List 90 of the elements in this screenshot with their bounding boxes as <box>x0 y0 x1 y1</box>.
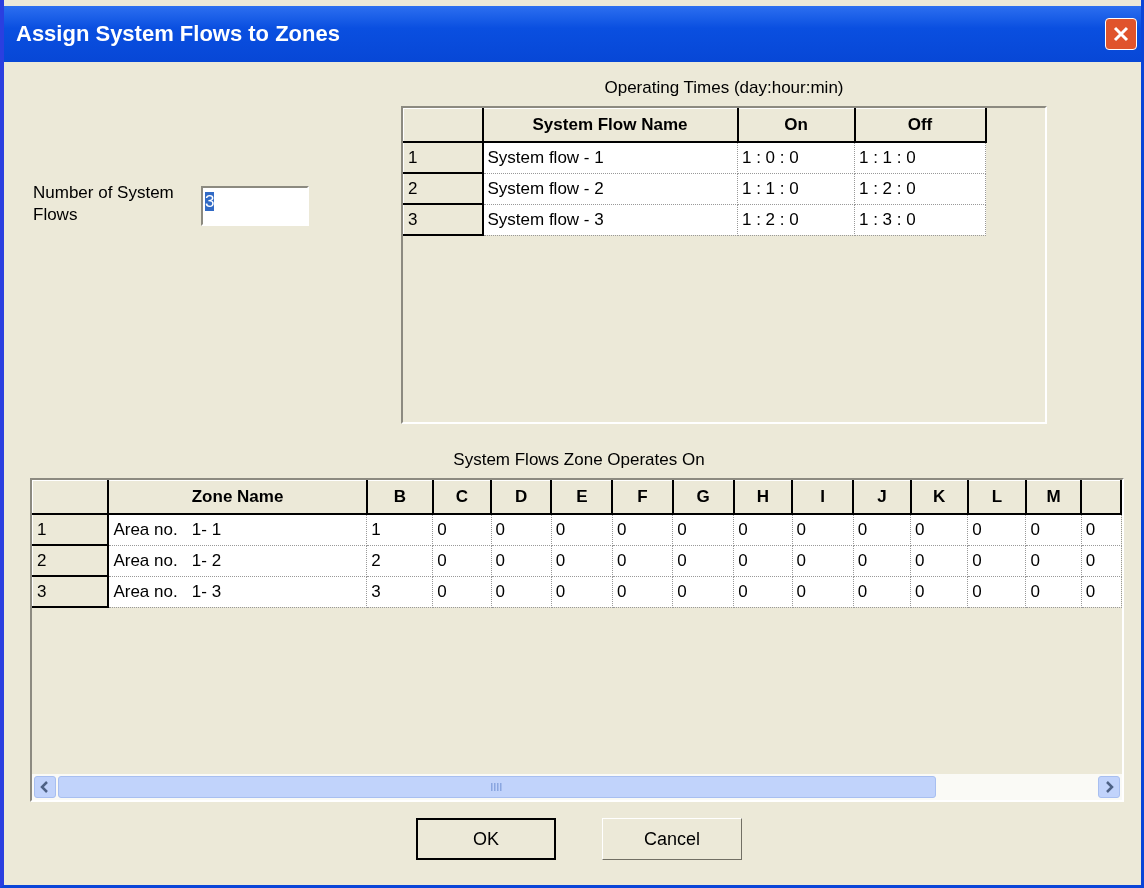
close-icon <box>1111 24 1131 44</box>
table-cell[interactable]: Area no. 1- 2 <box>108 545 367 576</box>
row-header[interactable]: 1 <box>32 514 109 545</box>
table-cell[interactable]: 1 : 2 : 0 <box>854 173 986 204</box>
table-cell[interactable]: 0 <box>967 514 1026 545</box>
table-cell[interactable]: 0 <box>672 514 734 545</box>
table-cell[interactable]: 0 <box>910 514 968 545</box>
chevron-right-icon <box>1104 781 1114 793</box>
column-header[interactable]: M <box>1026 480 1082 514</box>
table-cell[interactable]: 0 <box>1026 545 1082 576</box>
table-cell[interactable]: 1 <box>366 514 433 545</box>
table-cell[interactable]: 0 <box>967 545 1026 576</box>
table-cell[interactable]: 0 <box>612 576 673 607</box>
table-cell[interactable]: 0 <box>853 514 911 545</box>
table-cell[interactable]: 0 <box>910 576 968 607</box>
row-header[interactable]: 3 <box>32 576 109 607</box>
dialog-button[interactable]: Cancel <box>602 818 742 860</box>
table-cell[interactable]: 0 <box>1026 514 1082 545</box>
table-cell[interactable]: 0 <box>551 545 613 576</box>
scroll-left-button[interactable] <box>34 776 56 798</box>
table-cell[interactable]: System flow - 2 <box>482 173 738 204</box>
table-cell[interactable]: 0 <box>1081 514 1121 545</box>
window-title: Assign System Flows to Zones <box>16 21 340 47</box>
table-cell[interactable]: 0 <box>551 576 613 607</box>
dialog-button[interactable]: OK <box>416 818 556 860</box>
column-header[interactable]: K <box>910 480 968 514</box>
table-cell[interactable]: 0 <box>910 545 968 576</box>
table-cell[interactable]: System flow - 1 <box>482 142 738 173</box>
table-cell[interactable]: 0 <box>491 514 552 545</box>
table-cell[interactable]: 0 <box>612 545 673 576</box>
column-header[interactable]: E <box>551 480 613 514</box>
table-cell[interactable]: 0 <box>1081 576 1121 607</box>
column-header[interactable]: System Flow Name <box>482 108 738 142</box>
table-cell[interactable]: 0 <box>967 576 1026 607</box>
column-header[interactable]: On <box>737 108 855 142</box>
table-cell[interactable]: System flow - 3 <box>482 204 738 235</box>
column-header[interactable]: J <box>853 480 911 514</box>
table-cell[interactable]: 0 <box>733 514 793 545</box>
table-cell[interactable]: 0 <box>792 545 854 576</box>
table-cell[interactable]: 1 : 1 : 0 <box>854 142 986 173</box>
table-cell[interactable]: 0 <box>1026 576 1082 607</box>
table-cell[interactable]: 0 <box>551 514 613 545</box>
table-cell[interactable]: Area no. 1- 3 <box>108 576 367 607</box>
column-header[interactable]: C <box>432 480 492 514</box>
column-header[interactable]: Off <box>854 108 986 142</box>
row-header[interactable]: 1 <box>403 142 483 173</box>
column-header[interactable]: F <box>612 480 673 514</box>
column-header[interactable] <box>1081 480 1121 514</box>
row-header[interactable]: 2 <box>32 545 109 576</box>
close-button[interactable] <box>1105 18 1137 50</box>
horizontal-scrollbar[interactable] <box>32 774 1122 800</box>
column-header[interactable]: Zone Name <box>108 480 367 514</box>
table-cell[interactable]: 1 : 2 : 0 <box>737 204 855 235</box>
table-cell[interactable]: 1 : 3 : 0 <box>854 204 986 235</box>
column-header[interactable]: I <box>792 480 854 514</box>
table-cell[interactable]: 3 <box>366 576 433 607</box>
table-cell[interactable]: 0 <box>432 576 492 607</box>
table-cell[interactable]: 0 <box>853 545 911 576</box>
scroll-right-button[interactable] <box>1098 776 1120 798</box>
table-cell[interactable]: 0 <box>491 576 552 607</box>
table-cell[interactable]: 1 : 1 : 0 <box>737 173 855 204</box>
row-header[interactable]: 3 <box>403 204 483 235</box>
table-cell[interactable]: 0 <box>672 576 734 607</box>
table-cell[interactable]: 0 <box>733 545 793 576</box>
table-cell[interactable]: 0 <box>792 576 854 607</box>
table-caption: Operating Times (day:hour:min) <box>604 77 844 99</box>
table-cell[interactable]: 0 <box>792 514 854 545</box>
row-header[interactable]: 2 <box>403 173 483 204</box>
scroll-thumb[interactable] <box>58 776 936 798</box>
input-field[interactable]: 3 <box>201 186 309 226</box>
column-header[interactable]: D <box>491 480 552 514</box>
table-cell[interactable]: 0 <box>432 545 492 576</box>
table-cell[interactable]: 0 <box>733 576 793 607</box>
table-cell[interactable]: 0 <box>1081 545 1121 576</box>
grip-icon <box>490 782 504 792</box>
table-cell[interactable]: 0 <box>853 576 911 607</box>
column-header[interactable]: H <box>733 480 793 514</box>
table-cell[interactable]: 2 <box>366 545 433 576</box>
table-cell[interactable]: 0 <box>612 514 673 545</box>
column-header[interactable]: L <box>967 480 1026 514</box>
column-header[interactable]: B <box>366 480 433 514</box>
field-label: Number of System Flows <box>33 182 175 227</box>
table-cell[interactable]: 1 : 0 : 0 <box>737 142 855 173</box>
column-header[interactable]: G <box>672 480 734 514</box>
chevron-left-icon <box>40 781 50 793</box>
table-cell[interactable]: 0 <box>432 514 492 545</box>
table-cell[interactable]: 0 <box>672 545 734 576</box>
table-cell[interactable]: Area no. 1- 1 <box>108 514 367 545</box>
table-cell[interactable]: 0 <box>491 545 552 576</box>
table-caption: System Flows Zone Operates On <box>453 449 705 471</box>
